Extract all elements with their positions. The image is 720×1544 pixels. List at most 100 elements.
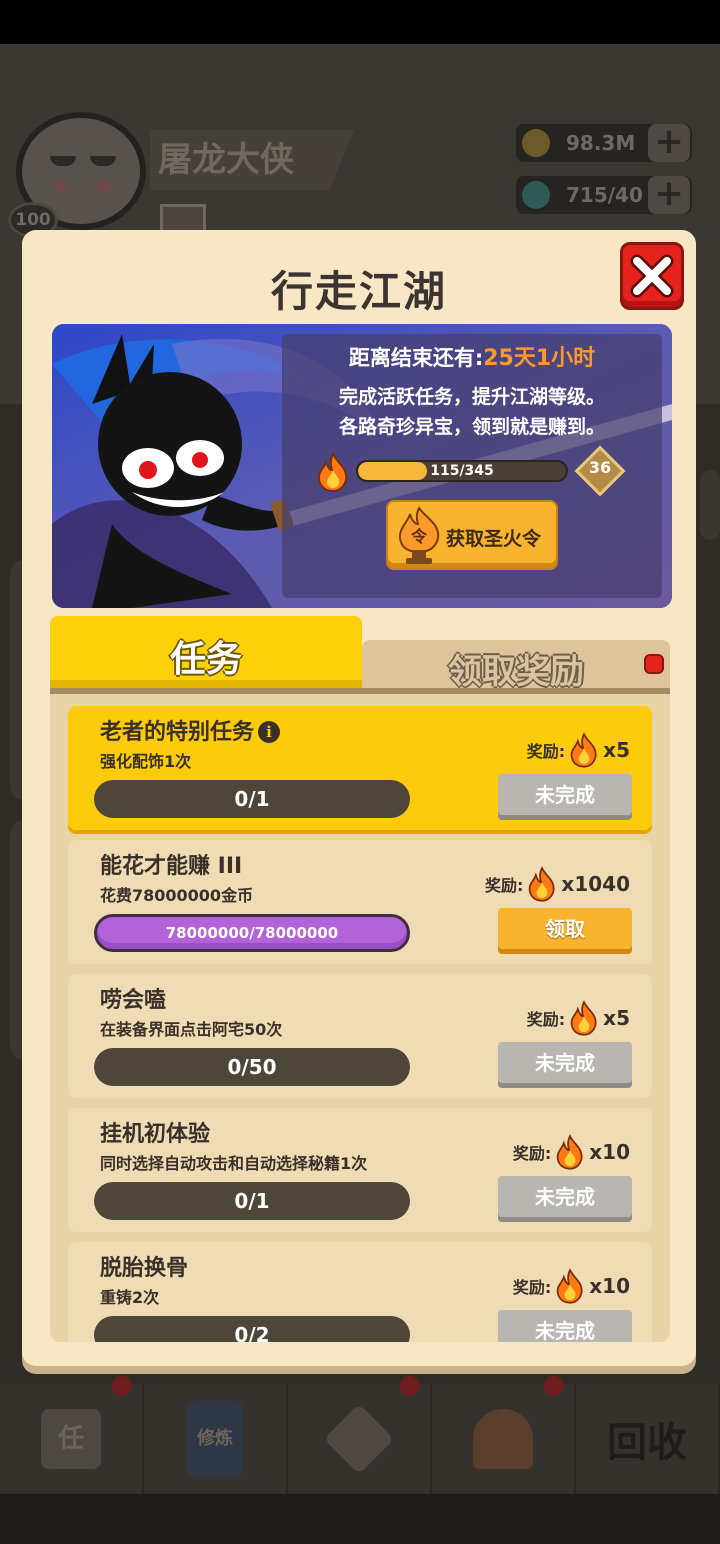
task-name: 挂机初体验 <box>100 1122 211 1147</box>
task-progress: 0/2 <box>94 1316 410 1342</box>
avatar-eye <box>50 156 76 166</box>
event-countdown: 距离结束还有:25天1小时 <box>282 340 662 372</box>
avatar-cheek <box>52 180 70 192</box>
recycle-icon: 回收 <box>607 1420 687 1466</box>
task-name: 老者的特别任务 i <box>100 714 281 746</box>
event-description: 完成活跃任务，提升江湖等级。 各路奇珍异宝，领到就是赚到。 <box>282 382 662 442</box>
flame-icon <box>529 866 555 902</box>
modal-title: 行走江湖 <box>270 267 447 316</box>
task-reward: 奖励: x5 <box>527 1000 630 1036</box>
gem-counter: 715/40 + <box>516 176 692 214</box>
task-item: 老者的特别任务 i 强化配饰1次 奖励: x5 0/1 未完成 <box>68 706 652 830</box>
reward-amount: x5 <box>603 738 630 762</box>
notification-dot <box>644 654 664 674</box>
countdown-label: 距离结束还有: <box>348 346 484 370</box>
nav-equipment[interactable] <box>432 1376 576 1494</box>
task-item: 唠会嗑 在装备界面点击阿宅50次 奖励: x5 0/50 未完成 <box>68 974 652 1098</box>
bottom-nav: 任 修炼 回收 <box>0 1376 720 1494</box>
task-reward: 奖励: x5 <box>527 732 630 768</box>
countdown-value: 25天1小时 <box>483 346 596 371</box>
crossed-swords-icon <box>323 1403 395 1475</box>
event-progress-bar: 115/345 <box>356 460 568 482</box>
reward-amount: x10 <box>589 1274 630 1298</box>
task-name: 唠会嗑 <box>100 988 167 1013</box>
gem-value: 715/40 <box>566 183 643 207</box>
task-progress: 78000000/78000000 <box>94 914 410 952</box>
description-line: 完成活跃任务，提升江湖等级。 <box>338 386 605 408</box>
player-name: 屠龙大侠 <box>150 130 354 190</box>
notification-dot <box>112 1376 132 1396</box>
task-item: 能花才能赚 III 花费78000000金币 奖励: x1040 7800000… <box>68 840 652 964</box>
reward-label: 奖励: <box>512 1144 552 1163</box>
add-gold-button[interactable]: + <box>648 124 690 162</box>
fire-token-icon: 令 <box>398 506 440 564</box>
task-list[interactable]: 老者的特别任务 i 强化配饰1次 奖励: x5 0/1 未完成 能花才能赚 III… <box>50 694 670 1342</box>
get-fire-token-label: 获取圣火令 <box>446 528 542 550</box>
tab-rewards-label: 领取奖励 <box>448 652 584 692</box>
background-panel <box>700 470 720 540</box>
event-level: 36 <box>588 458 612 477</box>
helmet-icon <box>473 1409 533 1469</box>
nav-battle[interactable] <box>288 1376 432 1494</box>
status-bar <box>0 0 720 44</box>
task-item: 挂机初体验 同时选择自动攻击和自动选择秘籍1次 奖励: x10 0/1 未完成 <box>68 1108 652 1232</box>
reward-label: 奖励: <box>485 876 524 895</box>
gem-icon <box>522 181 550 209</box>
event-banner: 距离结束还有:25天1小时 完成活跃任务，提升江湖等级。 各路奇珍异宝，领到就是… <box>52 324 672 608</box>
tab-rewards[interactable]: 领取奖励 <box>362 640 670 692</box>
task-name: 脱胎换骨 <box>100 1256 189 1281</box>
nav-recycle[interactable]: 回收 <box>576 1384 720 1494</box>
event-progress-text: 115/345 <box>430 463 494 479</box>
avatar-cheek <box>96 180 114 192</box>
task-progress: 0/1 <box>94 780 410 818</box>
tab-tasks[interactable]: 任务 <box>50 616 362 688</box>
claim-button[interactable]: 领取 <box>498 908 632 954</box>
nav-cultivate[interactable]: 修炼 <box>144 1384 288 1494</box>
task-desc: 花费78000000金币 <box>100 886 254 905</box>
flame-icon <box>317 452 348 492</box>
task-reward: 奖励: x10 <box>513 1268 630 1304</box>
gold-counter: 98.3M + <box>516 124 692 162</box>
system-nav-bar <box>0 1494 720 1544</box>
notification-dot <box>400 1376 420 1396</box>
flame-icon <box>556 1134 583 1170</box>
task-reward: 奖励: x10 <box>513 1134 630 1170</box>
task-item: 脱胎换骨 重铸2次 奖励: x10 0/2 未完成 <box>68 1242 652 1342</box>
jianghu-modal: 行走江湖 距离结束还有:25天1小时 完成活跃任务，提升江湖等级。 各路奇珍异宝… <box>22 230 696 1366</box>
close-button[interactable] <box>620 242 684 310</box>
task-incomplete-button[interactable]: 未完成 <box>498 1310 632 1342</box>
gold-coin-icon <box>522 129 550 157</box>
add-gem-button[interactable]: + <box>648 176 690 214</box>
task-desc: 重铸2次 <box>100 1288 160 1307</box>
reward-amount: x10 <box>589 1140 630 1164</box>
task-desc: 在装备界面点击阿宅50次 <box>100 1020 283 1039</box>
description-line: 各路奇珍异宝，领到就是赚到。 <box>338 416 605 438</box>
task-progress: 0/1 <box>94 1182 410 1220</box>
tab-tasks-label: 任务 <box>169 639 242 680</box>
token-char: 令 <box>410 527 428 546</box>
task-incomplete-button[interactable]: 未完成 <box>498 1042 632 1088</box>
task-desc: 同时选择自动攻击和自动选择秘籍1次 <box>100 1154 368 1173</box>
get-fire-token-button[interactable]: 令 获取圣火令 <box>386 500 558 570</box>
reward-label: 奖励: <box>526 1010 566 1029</box>
task-desc: 强化配饰1次 <box>100 752 192 771</box>
info-icon[interactable]: i <box>258 721 281 743</box>
task-reward: 奖励: x1040 <box>485 866 630 902</box>
reward-label: 奖励: <box>526 742 566 761</box>
task-incomplete-button[interactable]: 未完成 <box>498 1176 632 1222</box>
reward-amount: x5 <box>603 1006 630 1030</box>
flame-icon <box>570 1000 597 1036</box>
nav-quest[interactable]: 任 <box>0 1376 144 1494</box>
task-name: 能花才能赚 III <box>100 854 243 879</box>
book-icon: 修炼 <box>187 1401 243 1477</box>
avatar-eye <box>90 156 116 166</box>
task-progress: 0/50 <box>94 1048 410 1086</box>
task-incomplete-button[interactable]: 未完成 <box>498 774 632 820</box>
gold-value: 98.3M <box>566 131 636 155</box>
task-name-text: 老者的特别任务 <box>100 720 255 745</box>
reward-label: 奖励: <box>512 1278 552 1297</box>
notification-dot <box>544 1376 564 1396</box>
quest-scroll-icon: 任 <box>41 1409 101 1469</box>
close-icon <box>630 254 674 298</box>
flame-icon <box>556 1268 583 1304</box>
